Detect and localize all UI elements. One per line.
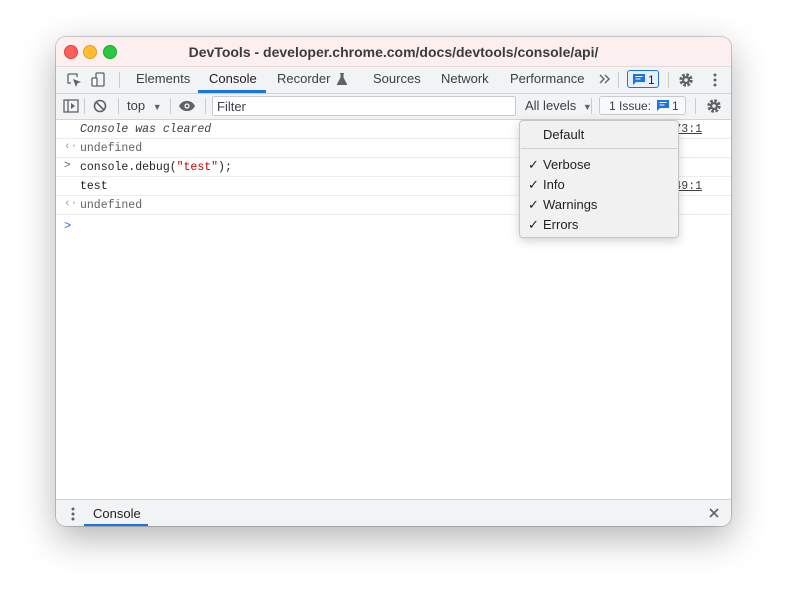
issues-button[interactable]: 1 Issue: 1	[599, 96, 686, 115]
menu-item-default[interactable]: Default	[520, 125, 678, 145]
customize-menu-icon[interactable]	[706, 71, 724, 89]
menu-item-errors[interactable]: ✓ Errors	[520, 215, 678, 235]
menu-item-warnings[interactable]: ✓ Warnings	[520, 195, 678, 215]
inspect-element-icon[interactable]	[65, 71, 83, 89]
checkmark-icon: ✓	[528, 157, 539, 172]
more-tabs-icon[interactable]	[596, 70, 614, 88]
log-levels-dropdown[interactable]: All levels ▼	[525, 98, 592, 113]
console-cleared-text: Console was cleared	[80, 123, 212, 136]
code-part: );	[218, 161, 232, 174]
main-tab-bar: Elements Console Recorder Sources Networ…	[56, 67, 731, 94]
settings-gear-icon[interactable]	[677, 71, 695, 89]
tab-network[interactable]: Network	[441, 67, 489, 93]
input-chevron-icon: >	[64, 160, 71, 172]
filter-input[interactable]	[212, 96, 516, 116]
result-value: undefined	[80, 199, 143, 212]
issues-label: 1 Issue:	[609, 99, 652, 113]
context-label: top	[127, 98, 146, 113]
menu-divider	[521, 148, 677, 149]
tab-performance[interactable]: Performance	[510, 67, 584, 93]
log-levels-menu: Default ✓ Verbose ✓ Info ✓ Warnings ✓ Er…	[519, 120, 679, 238]
console-toolbar: top ▼ All levels ▼ 1 Issue: 1	[56, 94, 731, 120]
menu-item-label: Warnings	[543, 197, 598, 212]
checkmark-icon: ✓	[528, 177, 539, 192]
console-settings-gear-icon[interactable]	[705, 97, 723, 115]
show-sidebar-icon[interactable]	[62, 97, 80, 115]
clear-console-icon[interactable]	[91, 97, 109, 115]
live-expression-eye-icon[interactable]	[178, 97, 196, 115]
result-value: undefined	[80, 142, 143, 155]
menu-item-label: Verbose	[543, 157, 591, 172]
drawer-tab-console[interactable]: Console	[93, 506, 141, 521]
close-drawer-icon[interactable]	[707, 506, 721, 525]
devtools-window: DevTools - developer.chrome.com/docs/dev…	[56, 37, 731, 526]
menu-item-label: Info	[543, 177, 565, 192]
messages-count: 1	[648, 73, 655, 87]
device-toolbar-icon[interactable]	[90, 71, 108, 89]
menu-item-verbose[interactable]: ✓ Verbose	[520, 155, 678, 175]
menu-item-label: Default	[543, 127, 585, 142]
message-icon	[633, 74, 645, 88]
tab-elements[interactable]: Elements	[136, 67, 190, 93]
menu-item-label: Errors	[543, 217, 579, 232]
tab-recorder[interactable]: Recorder	[277, 67, 348, 93]
result-arrow-icon: ‹·	[64, 141, 78, 153]
console-input-code: console.debug("test");	[80, 161, 232, 174]
chevron-down-icon: ▼	[152, 102, 162, 112]
active-tab-indicator	[198, 90, 266, 93]
tab-sources[interactable]: Sources	[373, 67, 421, 93]
checkmark-icon: ✓	[528, 197, 539, 212]
messages-badge[interactable]: 1	[627, 70, 659, 88]
context-selector[interactable]: top ▼	[127, 98, 162, 113]
console-prompt-icon[interactable]: >	[64, 219, 71, 233]
drawer-menu-icon[interactable]	[64, 505, 82, 526]
menu-item-info[interactable]: ✓ Info	[520, 175, 678, 195]
tab-recorder-label: Recorder	[277, 71, 331, 86]
checkmark-icon: ✓	[528, 217, 539, 232]
result-arrow-icon: ‹·	[64, 198, 78, 210]
log-levels-label: All levels	[525, 98, 577, 113]
code-part: console.debug(	[80, 161, 177, 174]
drawer-bar: Console	[56, 499, 731, 526]
title-bar: DevTools - developer.chrome.com/docs/dev…	[56, 37, 731, 67]
code-string: "test"	[176, 161, 219, 174]
issue-message-icon	[657, 100, 669, 114]
window-title: DevTools - developer.chrome.com/docs/dev…	[188, 44, 599, 60]
issues-count: 1	[672, 99, 679, 113]
debug-output-text: test	[80, 180, 108, 193]
drawer-active-indicator	[84, 524, 148, 526]
flask-icon	[337, 69, 348, 93]
